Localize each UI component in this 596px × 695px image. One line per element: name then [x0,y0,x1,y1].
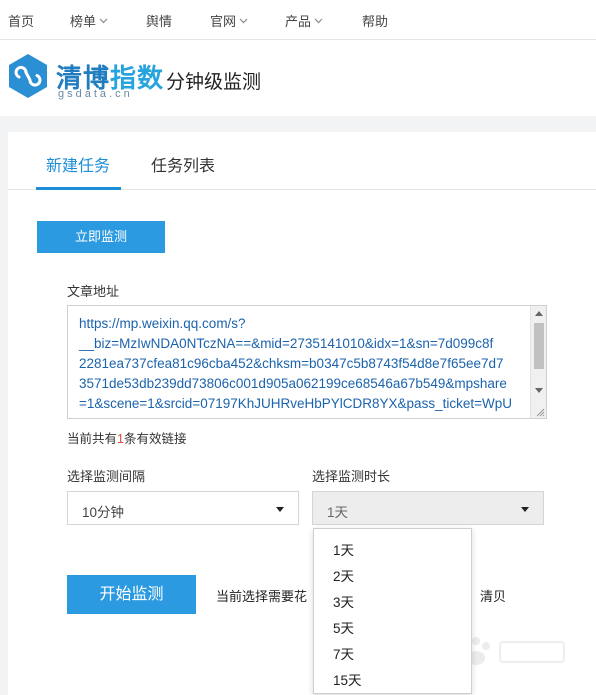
url-line: __biz=MzIwNDA0NTczNA==&mid=2735141010&id… [79,336,494,351]
link-count-prefix: 当前共有 [67,432,118,446]
url-label: 文章地址 [67,284,120,299]
nav-products-label: 产品 [285,14,312,29]
scroll-up-arrow-icon[interactable] [535,311,543,316]
main-card: 新建任务 任务列表 立即监测 文章地址 https://mp.weixin.qq… [8,132,596,695]
duration-option[interactable]: 7天 [333,643,354,663]
top-nav: 首页 榜单 舆情 官网 产品 帮助 [0,0,596,40]
task-tabs: 新建任务 任务列表 [8,132,596,190]
cost-hint: 当前选择需要花 [216,589,308,604]
duration-select-value: 1天 [327,505,349,520]
tab-new-task[interactable]: 新建任务 [46,152,110,176]
nav-help-label: 帮助 [362,14,389,29]
nav-official[interactable]: 官网 [210,11,248,30]
nav-sentiment-label: 舆情 [146,14,173,29]
url-line: 2281ea737cfea81c96cba452&chksm=b0347c5b8… [79,356,504,371]
duration-option[interactable]: 3天 [333,591,354,611]
nav-rankings[interactable]: 榜单 [70,11,108,30]
resize-grip-icon[interactable] [535,407,545,417]
page-title: 分钟级监测 [166,72,262,93]
nav-products[interactable]: 产品 [285,11,323,30]
duration-select[interactable]: 1天 [312,491,544,525]
url-line: 3571de53db239dd73806c001d905a062199ce685… [79,376,507,391]
duration-option[interactable]: 2天 [333,565,354,585]
cost-hint-unit: 清贝 [480,589,507,604]
logo-domain: gsdata.cn [58,88,133,100]
url-line: https://mp.weixin.qq.com/s? [79,316,246,331]
link-count-number: 1 [117,432,124,446]
duration-option[interactable]: 1天 [333,539,354,559]
interval-select-value: 10分钟 [82,505,125,520]
nav-help[interactable]: 帮助 [362,11,388,30]
start-monitor-button[interactable]: 开始监测 [67,575,196,614]
site-header: 清博指数 gsdata.cn 分钟级监测 [0,40,596,116]
interval-label: 选择监测间隔 [67,469,146,484]
duration-option[interactable]: 5天 [333,617,354,637]
nav-official-label: 官网 [210,14,237,29]
nav-home-label: 首页 [8,14,35,29]
valid-link-count: 当前共有1条有效链接 [67,428,186,447]
duration-option[interactable]: 15天 [333,669,362,689]
tab-task-list[interactable]: 任务列表 [151,152,215,176]
duration-dropdown: 1天 2天 3天 5天 7天 15天 [313,528,472,694]
interval-select[interactable]: 10分钟 [67,491,299,525]
nav-rankings-label: 榜单 [70,14,97,29]
active-tab-indicator [36,187,121,190]
scroll-thumb[interactable] [534,323,544,369]
article-url-text: https://mp.weixin.qq.com/s? __biz=MzIwND… [79,314,529,414]
chevron-down-icon [239,18,248,24]
textarea-scrollbar[interactable] [530,306,546,418]
duration-label: 选择监测时长 [312,469,391,484]
logo-icon[interactable] [8,53,48,99]
chevron-down-icon [99,18,108,24]
caret-down-icon [521,507,529,512]
url-line: =1&scene=1&srcid=07197KhJUHRveHbPYlCDR8Y… [79,396,512,411]
nav-home[interactable]: 首页 [8,11,34,30]
scroll-down-arrow-icon[interactable] [535,388,543,393]
chevron-down-icon [314,18,323,24]
link-count-suffix: 条有效链接 [123,432,187,446]
monitor-now-button[interactable]: 立即监测 [37,221,165,253]
nav-sentiment[interactable]: 舆情 [146,11,172,30]
article-url-textarea[interactable]: https://mp.weixin.qq.com/s? __biz=MzIwND… [67,305,547,419]
caret-down-icon [276,507,284,512]
